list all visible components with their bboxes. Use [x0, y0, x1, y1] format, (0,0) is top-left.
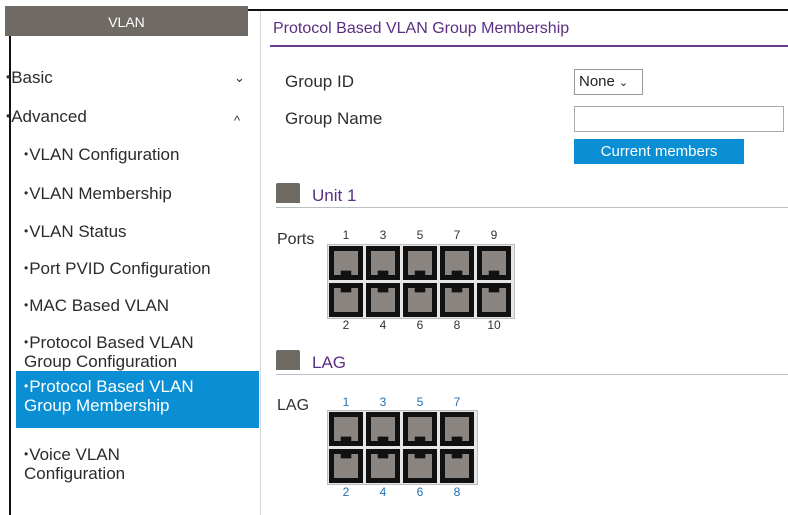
port-icon[interactable]: [366, 246, 400, 280]
bullet-icon: •: [24, 379, 29, 393]
group-name-input[interactable]: [574, 106, 784, 132]
port-icon[interactable]: [477, 283, 511, 317]
current-members-button[interactable]: Current members: [574, 139, 744, 164]
bullet-icon: •: [6, 109, 11, 123]
lag-port-number: 7: [453, 395, 461, 409]
bullet-icon: •: [24, 147, 29, 161]
port-number: 8: [453, 318, 461, 332]
port-icon[interactable]: [440, 283, 474, 317]
sidebar-item-mac-based-vlan[interactable]: •MAC Based VLAN: [24, 295, 169, 316]
chevron-up-icon[interactable]: ^: [234, 113, 240, 128]
sidebar-item-port-pvid-configuration[interactable]: •Port PVID Configuration: [24, 258, 211, 279]
unit-title: Unit 1: [312, 186, 357, 205]
bullet-icon: •: [6, 70, 11, 84]
port-number: 2: [342, 318, 350, 332]
sidebar-item-voice-vlan-configuration[interactable]: •Voice VLAN Configuration: [24, 445, 125, 483]
port-number: 10: [487, 318, 501, 332]
page-title: Protocol Based VLAN Group Membership: [273, 20, 570, 37]
port-number: 4: [379, 318, 387, 332]
lag-port-icon[interactable]: [403, 412, 437, 446]
port-number: 9: [490, 228, 498, 242]
lag-port-number: 2: [342, 485, 350, 499]
port-icon[interactable]: [366, 283, 400, 317]
title-underline: [270, 45, 788, 47]
port-number: 7: [453, 228, 461, 242]
bullet-icon: •: [24, 335, 29, 349]
lag-port-number: 3: [379, 395, 387, 409]
group-name-label: Group Name: [285, 109, 383, 128]
sidebar-item-basic[interactable]: •Basic: [6, 67, 53, 88]
lag-port-number: 5: [416, 395, 424, 409]
bullet-icon: •: [24, 298, 29, 312]
group-id-select[interactable]: None ⌄: [574, 69, 643, 95]
sidebar-item-vlan-configuration[interactable]: •VLAN Configuration: [24, 144, 179, 165]
sidebar-item-vlan-membership[interactable]: •VLAN Membership: [24, 183, 172, 204]
port-icon[interactable]: [329, 246, 363, 280]
group-id-label: Group ID: [285, 72, 354, 91]
chevron-down-icon[interactable]: ⌄: [234, 70, 245, 86]
port-icon[interactable]: [403, 283, 437, 317]
port-number: 1: [342, 228, 350, 242]
lag-port-icon[interactable]: [403, 449, 437, 483]
lag-port-icon[interactable]: [329, 412, 363, 446]
lag-port-icon[interactable]: [440, 412, 474, 446]
bullet-icon: •: [24, 447, 29, 461]
ports-label: Ports: [277, 231, 315, 248]
port-number: 5: [416, 228, 424, 242]
lag-port-number: 1: [342, 395, 350, 409]
port-icon[interactable]: [329, 283, 363, 317]
bullet-icon: •: [24, 224, 29, 238]
sidebar-header: VLAN: [5, 6, 248, 36]
port-icon[interactable]: [440, 246, 474, 280]
port-number: 6: [416, 318, 424, 332]
sidebar-active-label[interactable]: •Protocol Based VLAN Group Membership: [24, 377, 194, 415]
lag-port-icon[interactable]: [366, 412, 400, 446]
port-number: 3: [379, 228, 387, 242]
port-icon[interactable]: [403, 246, 437, 280]
unit-icon: [276, 183, 300, 203]
bullet-icon: •: [24, 261, 29, 275]
lag-title: LAG: [312, 353, 347, 372]
bullet-icon: •: [24, 186, 29, 200]
sidebar-item-protocol-group-configuration[interactable]: •Protocol Based VLAN Group Configuration: [24, 333, 194, 371]
chevron-down-icon: ⌄: [618, 77, 629, 89]
lag-label: LAG: [277, 397, 310, 414]
section-divider: [276, 374, 788, 375]
lag-port-number: 8: [453, 485, 461, 499]
sidebar-item-advanced[interactable]: •Advanced: [6, 106, 87, 127]
section-divider: [276, 207, 788, 208]
lag-port-icon[interactable]: [329, 449, 363, 483]
lag-port-icon[interactable]: [366, 449, 400, 483]
port-icon[interactable]: [477, 246, 511, 280]
lag-port-number: 4: [379, 485, 387, 499]
lag-port-icon[interactable]: [440, 449, 474, 483]
lag-icon: [276, 350, 300, 370]
lag-port-number: 6: [416, 485, 424, 499]
sidebar-item-vlan-status[interactable]: •VLAN Status: [24, 221, 127, 242]
